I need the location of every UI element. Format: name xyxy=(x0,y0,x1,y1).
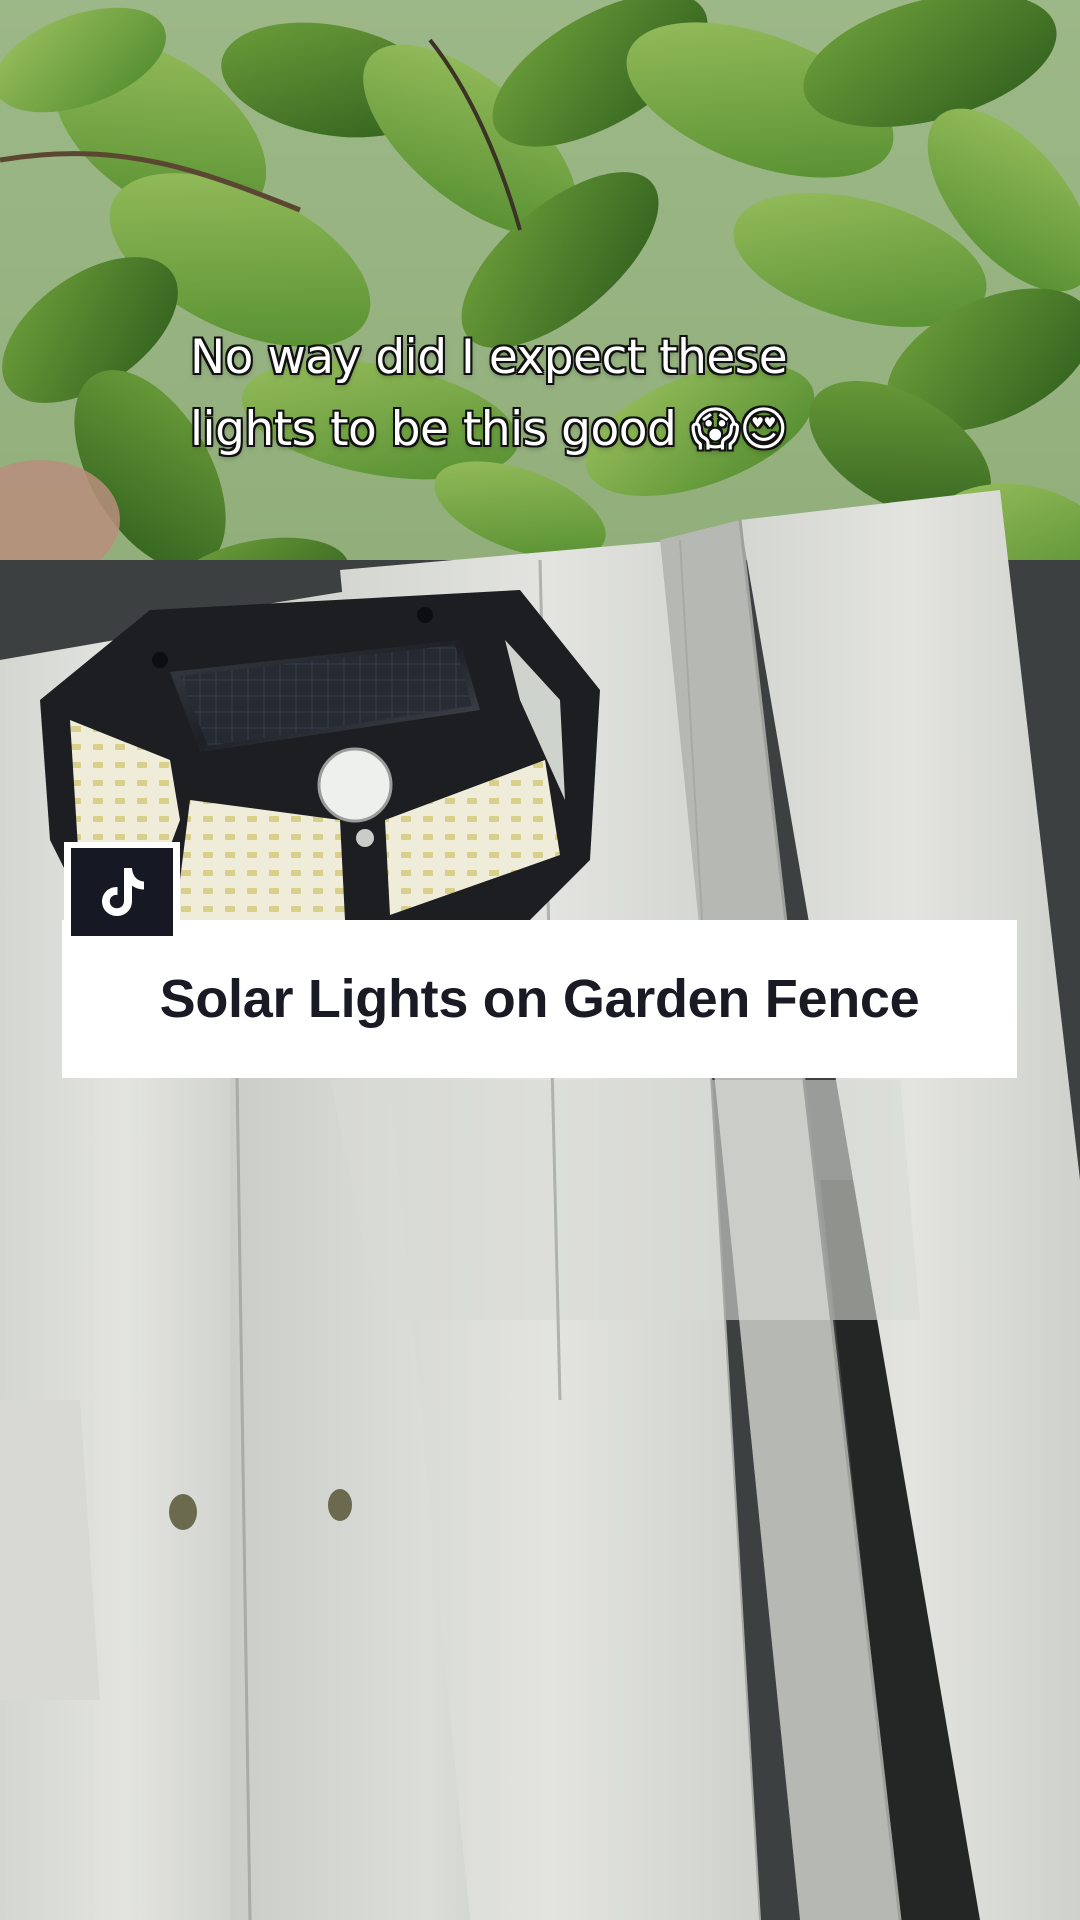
title-text: Solar Lights on Garden Fence xyxy=(159,969,920,1029)
caption-line-2: lights to be this good 😱😍 xyxy=(190,402,788,457)
tiktok-logo-icon xyxy=(71,848,173,936)
video-frame: No way did I expect these lights to be t… xyxy=(0,0,1080,1920)
video-caption: No way did I expect these lights to be t… xyxy=(190,322,890,466)
title-card: Solar Lights on Garden Fence xyxy=(62,920,1017,1078)
tiktok-badge xyxy=(64,842,180,942)
caption-line-1: No way did I expect these xyxy=(190,330,788,385)
